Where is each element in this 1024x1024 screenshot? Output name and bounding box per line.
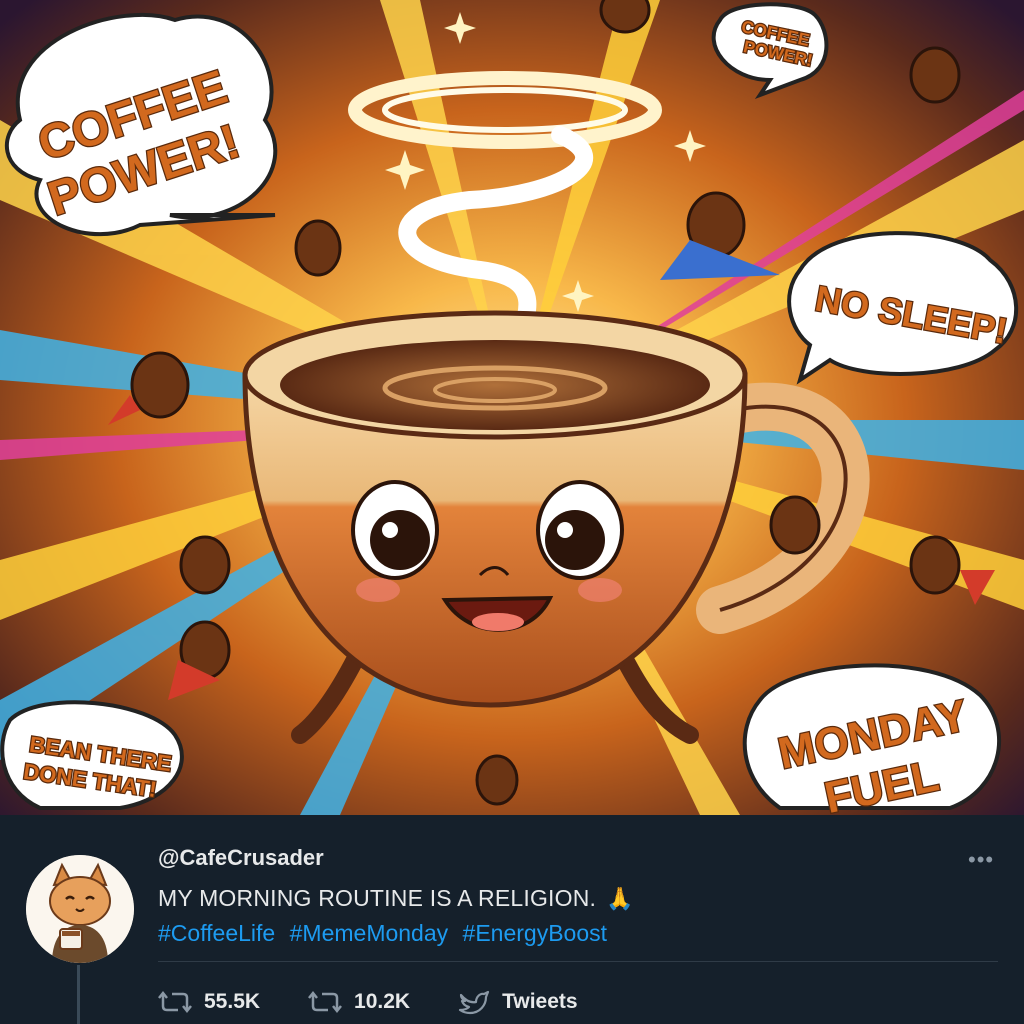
- hashtag-link[interactable]: #CoffeeLife: [158, 920, 275, 946]
- coffee-illustration: COFFEE POWER! COFFEE POWER! NO SLEEP! BE…: [0, 0, 1024, 815]
- action-label: Twieets: [502, 990, 578, 1013]
- hashtag-link[interactable]: #MemeMonday: [290, 920, 449, 946]
- tweet-text-content: MY MORNING ROUTINE IS A RELIGION.: [158, 885, 597, 911]
- avatar[interactable]: [26, 855, 134, 963]
- praying-hands-icon: 🙏: [606, 886, 634, 911]
- more-options-icon[interactable]: •••: [968, 847, 994, 873]
- divider: [158, 961, 998, 962]
- retweet-count-button[interactable]: 55.5K: [158, 990, 260, 1014]
- action-count: 55.5K: [204, 990, 261, 1013]
- tweet-text: MY MORNING ROUTINE IS A RELIGION. 🙏: [158, 885, 634, 912]
- thread-line: [77, 965, 80, 1024]
- quote-count-button[interactable]: 10.2K: [308, 990, 410, 1014]
- tweet-card: COFFEE POWER! COFFEE POWER! NO SLEEP! BE…: [0, 0, 1024, 1024]
- tweet-actions: 55.5K 10.2K Twieets: [158, 987, 626, 1017]
- bird-icon: [458, 990, 490, 1015]
- retweet-icon: [308, 990, 343, 1014]
- post-image[interactable]: COFFEE POWER! COFFEE POWER! NO SLEEP! BE…: [0, 0, 1024, 815]
- retweet-icon: [158, 990, 192, 1014]
- hashtag-link[interactable]: #EnergyBoost: [463, 920, 607, 946]
- user-handle[interactable]: @CafeCrusader: [158, 845, 324, 871]
- action-count: 10.2K: [354, 990, 411, 1013]
- hashtags: #CoffeeLife #MemeMonday #EnergyBoost: [158, 920, 615, 947]
- cat-avatar-icon: [26, 855, 134, 963]
- tweets-button[interactable]: Twieets: [458, 989, 578, 1015]
- tweet: @CafeCrusader ••• MY MORNING ROUTINE IS …: [0, 815, 1024, 1024]
